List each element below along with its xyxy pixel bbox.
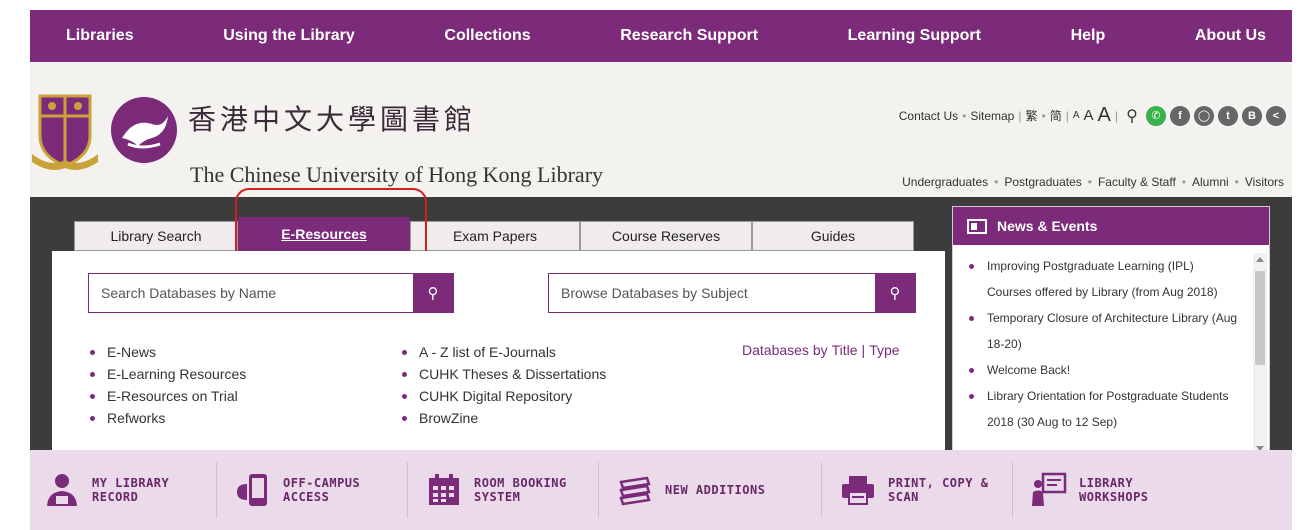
twitter-icon[interactable]: t bbox=[1218, 105, 1238, 126]
font-size-large-button[interactable]: A bbox=[1098, 104, 1111, 127]
news-scrollbar[interactable] bbox=[1253, 253, 1267, 455]
link-a-z-e-journals[interactable]: A - Z list of E-Journals bbox=[402, 341, 606, 363]
tab-e-resources[interactable]: E-Resources bbox=[238, 217, 410, 257]
tab-library-search[interactable]: Library Search bbox=[74, 221, 238, 251]
search-icon[interactable]: ⚲ bbox=[1122, 106, 1142, 126]
quick-link-my-library-record[interactable]: MY LIBRARY RECORD bbox=[44, 462, 217, 518]
link-e-news[interactable]: E-News bbox=[90, 341, 246, 363]
browse-subject-input[interactable] bbox=[549, 274, 875, 312]
calendar-icon bbox=[429, 474, 459, 505]
sitemap-link[interactable]: Sitemap bbox=[970, 109, 1014, 123]
quick-links-bar: MY LIBRARY RECORD OFF-CAMPUS ACCESS ROOM… bbox=[30, 450, 1292, 530]
search-icon: ⚲ bbox=[889, 285, 901, 302]
library-name-chinese: 香港中文大學圖書館 bbox=[188, 103, 477, 136]
whatsapp-icon[interactable]: ✆ bbox=[1146, 105, 1166, 126]
share-icon[interactable]: < bbox=[1266, 105, 1286, 126]
quick-link-room-booking[interactable]: ROOM BOOKING SYSTEM bbox=[426, 462, 599, 518]
link-cuhk-theses[interactable]: CUHK Theses & Dissertations bbox=[402, 363, 606, 385]
tab-guides[interactable]: Guides bbox=[752, 221, 914, 251]
utility-links: Contact Us • Sitemap | 繁 • 简 | A A A | ⚲… bbox=[899, 104, 1286, 127]
traditional-chinese-link[interactable]: 繁 bbox=[1025, 107, 1037, 124]
news-item[interactable]: Improving Postgraduate Learning (IPL) Co… bbox=[967, 253, 1241, 305]
news-events-title: News & Events bbox=[997, 218, 1098, 234]
font-size-small-button[interactable]: A bbox=[1073, 110, 1080, 121]
news-events-panel: News & Events Improving Postgraduate Lea… bbox=[952, 206, 1270, 466]
nav-using-the-library[interactable]: Using the Library bbox=[223, 27, 355, 45]
news-events-header[interactable]: News & Events bbox=[953, 207, 1269, 245]
search-icon: ⚲ bbox=[427, 285, 439, 302]
scrollbar-thumb[interactable] bbox=[1255, 271, 1265, 365]
site-header: 香港中文大學圖書館 The Chinese University of Hong… bbox=[30, 62, 1292, 197]
nav-libraries[interactable]: Libraries bbox=[66, 27, 134, 45]
e-resources-links-left: E-News E-Learning Resources E-Resources … bbox=[90, 341, 246, 429]
nav-research-support[interactable]: Research Support bbox=[620, 27, 758, 45]
databases-by-links: Databases by Title | Type bbox=[742, 342, 900, 358]
news-item[interactable]: Temporary Closure of Architecture Librar… bbox=[967, 305, 1241, 357]
search-databases-input[interactable] bbox=[89, 274, 413, 312]
audience-links: Undergraduates • Postgraduates • Faculty… bbox=[902, 175, 1284, 189]
e-resources-links-middle: A - Z list of E-Journals CUHK Theses & D… bbox=[402, 341, 606, 429]
database-name-search: ⚲ bbox=[88, 273, 454, 313]
quick-link-off-campus-access[interactable]: OFF-CAMPUS ACCESS bbox=[235, 462, 408, 518]
scroll-up-arrow-icon[interactable] bbox=[1256, 257, 1264, 262]
library-name-english: The Chinese University of Hong Kong Libr… bbox=[190, 162, 604, 187]
top-navigation: Libraries Using the Library Collections … bbox=[30, 10, 1292, 62]
link-e-resources-on-trial[interactable]: E-Resources on Trial bbox=[90, 385, 246, 407]
library-homepage: Libraries Using the Library Collections … bbox=[30, 10, 1292, 530]
nav-about-us[interactable]: About Us bbox=[1195, 27, 1266, 45]
mobile-access-icon bbox=[237, 474, 267, 506]
contact-us-link[interactable]: Contact Us bbox=[899, 109, 958, 123]
browse-button[interactable]: ⚲ bbox=[875, 274, 915, 312]
e-resources-panel: ⚲ ⚲ E-News E-Learning Resources E-Resour… bbox=[52, 251, 945, 450]
link-browzine[interactable]: BrowZine bbox=[402, 407, 606, 429]
facebook-icon[interactable]: f bbox=[1170, 105, 1190, 126]
nav-learning-support[interactable]: Learning Support bbox=[848, 27, 981, 45]
font-size-medium-button[interactable]: A bbox=[1084, 107, 1094, 124]
quick-link-new-additions[interactable]: NEW ADDITIONS bbox=[617, 462, 822, 518]
blog-icon[interactable]: B bbox=[1242, 105, 1262, 126]
news-list-container: Improving Postgraduate Learning (IPL) Co… bbox=[953, 245, 1269, 465]
audience-faculty-staff[interactable]: Faculty & Staff bbox=[1098, 175, 1176, 189]
separator: • bbox=[962, 108, 967, 123]
tab-course-reserves[interactable]: Course Reserves bbox=[580, 221, 752, 251]
university-crest-logo[interactable] bbox=[30, 90, 100, 172]
search-tabs: Library Search E-Resources Exam Papers C… bbox=[74, 215, 914, 257]
database-subject-browse: ⚲ bbox=[548, 273, 916, 313]
nav-help[interactable]: Help bbox=[1071, 27, 1106, 45]
printer-icon bbox=[842, 476, 874, 505]
tab-exam-papers[interactable]: Exam Papers bbox=[410, 221, 580, 251]
news-item[interactable]: Library Orientation for Postgraduate Stu… bbox=[967, 383, 1241, 435]
user-record-icon bbox=[47, 474, 77, 506]
news-item[interactable]: Welcome Back! bbox=[967, 357, 1241, 383]
nav-collections[interactable]: Collections bbox=[444, 27, 530, 45]
separator: | bbox=[1018, 108, 1022, 123]
separator: | bbox=[1114, 108, 1118, 123]
newspaper-icon bbox=[967, 218, 987, 234]
books-stack-icon bbox=[619, 476, 651, 506]
audience-alumni[interactable]: Alumni bbox=[1192, 175, 1229, 189]
news-list: Improving Postgraduate Learning (IPL) Co… bbox=[953, 245, 1269, 435]
search-button[interactable]: ⚲ bbox=[413, 274, 453, 312]
simplified-chinese-link[interactable]: 简 bbox=[1050, 107, 1062, 124]
audience-undergraduates[interactable]: Undergraduates bbox=[902, 175, 988, 189]
quick-link-library-workshops[interactable]: LIBRARY WORKSHOPS bbox=[1031, 462, 1203, 518]
link-refworks[interactable]: Refworks bbox=[90, 407, 246, 429]
audience-postgraduates[interactable]: Postgraduates bbox=[1004, 175, 1081, 189]
databases-by-label: Databases by bbox=[742, 342, 828, 358]
separator: • bbox=[1041, 108, 1046, 123]
audience-visitors[interactable]: Visitors bbox=[1245, 175, 1284, 189]
link-e-learning-resources[interactable]: E-Learning Resources bbox=[90, 363, 246, 385]
library-swan-logo[interactable] bbox=[108, 94, 180, 166]
separator: | bbox=[1065, 108, 1069, 123]
databases-by-title-link[interactable]: Title bbox=[832, 342, 858, 358]
presentation-icon bbox=[1032, 472, 1067, 506]
link-cuhk-digital-repository[interactable]: CUHK Digital Repository bbox=[402, 385, 606, 407]
instagram-icon[interactable]: ◯ bbox=[1194, 105, 1214, 126]
databases-by-type-link[interactable]: Type bbox=[869, 342, 899, 358]
quick-link-print-copy-scan[interactable]: PRINT, COPY & SCAN bbox=[840, 462, 1013, 518]
